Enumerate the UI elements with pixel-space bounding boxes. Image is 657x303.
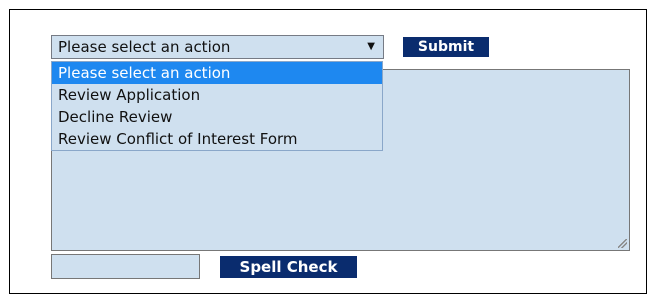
spell-check-button[interactable]: Spell Check xyxy=(220,256,357,278)
dropdown-option-review-application[interactable]: Review Application xyxy=(52,84,382,106)
action-select[interactable]: Please select an action ▼ xyxy=(51,35,384,59)
dropdown-option-please-select[interactable]: Please select an action xyxy=(52,62,382,84)
resize-grip-icon[interactable] xyxy=(618,239,627,248)
chevron-down-icon: ▼ xyxy=(367,41,375,52)
dropdown-option-decline-review[interactable]: Decline Review xyxy=(52,106,382,128)
spell-check-input[interactable] xyxy=(51,254,200,279)
submit-button[interactable]: Submit xyxy=(403,37,489,57)
action-dropdown-list: Please select an action Review Applicati… xyxy=(51,61,383,151)
dropdown-option-review-conflict-of-interest-form[interactable]: Review Conflict of Interest Form xyxy=(52,128,382,150)
action-select-value: Please select an action xyxy=(58,38,231,56)
